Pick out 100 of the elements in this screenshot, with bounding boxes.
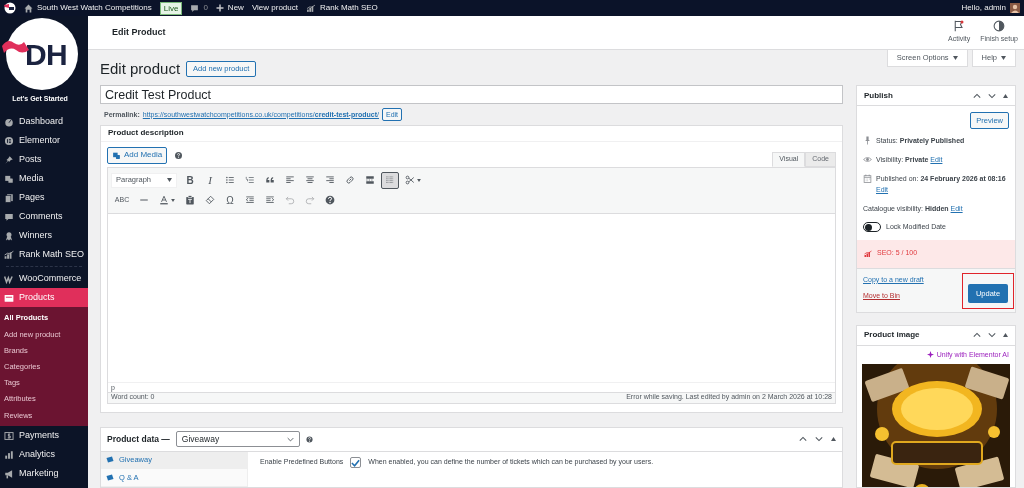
half-circle-icon [993,20,1006,33]
product-type-select[interactable]: Giveaway [175,431,300,448]
pin-icon [4,154,14,165]
plus-icon [215,4,224,12]
indent-icon [265,195,275,206]
caret-icon [417,178,421,182]
award-icon [4,230,14,241]
text-color-icon [159,195,169,206]
scissors-icon [405,175,415,186]
ticket-icon [106,474,114,482]
align-right-icon [325,175,335,186]
dashboard-icon [4,116,14,127]
triangle-up-icon [831,437,836,442]
redo-icon [305,195,315,206]
toolbar-button[interactable]: B [181,171,199,189]
megaphone-icon [4,468,14,479]
sidebar-item[interactable]: Payments [0,426,88,446]
link-icon [345,175,355,186]
toggle-switch[interactable] [863,222,881,233]
chart-icon [306,3,316,13]
rank-math-link[interactable]: Rank Math SEO [306,2,378,14]
triangle-up-icon [1003,333,1008,338]
avatar-icon [1010,3,1020,13]
sparkle-icon [926,351,934,359]
align-center-icon [305,175,315,186]
chevron-down-icon [988,332,996,339]
toolbar-button[interactable]: I [201,171,219,189]
sidebar-item[interactable]: Elementor [0,131,88,150]
box-icon [4,292,14,303]
flag-icon [953,20,966,33]
site-logo-icon [4,2,16,14]
add-media-button[interactable]: Add Media [107,146,168,164]
sidebar-item[interactable]: Winners [0,226,88,245]
chevron-up-icon [973,332,981,339]
chevron-down-icon [815,436,823,443]
comments-link[interactable]: 0 [190,2,208,14]
eraser-icon [205,195,215,206]
triangle-up-icon [1003,93,1008,98]
outdent-icon [245,195,255,206]
panel-title: Product data — [107,432,170,446]
site-name-link[interactable]: South West Watch Competitions [24,2,152,14]
toolbar-toggle-icon [385,175,395,186]
sidebar-item[interactable]: WooCommerce [0,269,88,288]
help-icon [325,195,335,206]
ticket-icon [106,456,114,464]
quote-icon [265,175,275,186]
pages-icon [4,192,14,203]
chart-icon [4,249,14,260]
sidebar-item[interactable]: Media [0,169,88,188]
panel-title: Product image [864,329,920,342]
home-icon [24,3,33,13]
paste-text-icon [185,195,195,206]
view-product-link[interactable]: View product [251,2,298,14]
new-link[interactable]: New [215,2,244,14]
toolbar-button[interactable] [381,171,399,189]
comment-icon [4,211,14,222]
chevron-down-icon [286,436,294,442]
comment-icon [190,3,200,13]
sidebar-item[interactable]: Posts [0,150,88,169]
eye-icon [863,155,872,164]
bullet-list-icon [225,175,235,186]
media-icon [112,150,121,160]
checkbox[interactable] [350,457,362,469]
woo-icon [4,273,14,284]
toolbar-button[interactable]: Ω [221,191,239,209]
align-left-icon [285,175,295,186]
sidebar-item[interactable]: Dashboard [0,112,88,131]
dh-logo: DH [6,18,78,90]
sidebar-item[interactable]: Marketing [0,464,88,484]
calendar-icon [863,174,872,183]
dollar-icon [4,430,14,441]
live-badge: Live [159,1,183,15]
sidebar-item[interactable]: Pages [0,188,88,207]
chart-icon [863,249,873,258]
elementor-icon [4,135,14,146]
sidebar-item[interactable]: Rank Math SEO [0,245,88,264]
chevron-up-icon [799,436,807,443]
chevron-up-icon [973,92,981,99]
panel-title: Product description [101,125,842,142]
caret-icon [952,56,958,60]
help-icon [305,435,313,443]
chevron-down-icon [988,92,996,99]
bar-chart-icon [4,449,14,460]
pin-icon [863,136,872,145]
caret-icon [171,198,175,202]
page-heading: Edit product [100,60,181,78]
help-icon [175,151,183,159]
sidebar-item[interactable]: Analytics [0,445,88,465]
panel-title: Publish [864,89,893,102]
numbered-list-icon [245,175,255,186]
sidebar-item[interactable]: Products [0,288,88,307]
title-field[interactable]: Credit Test Product [100,85,843,105]
caret-icon [167,178,172,183]
sidebar-item[interactable]: Comments [0,207,88,226]
read-more-icon [365,175,375,186]
undo-icon [285,195,295,206]
page-title: Edit Product [112,25,166,39]
caret-icon [1001,56,1006,60]
account-link[interactable]: Hello, admin [961,2,1020,14]
media-icon [4,173,14,184]
